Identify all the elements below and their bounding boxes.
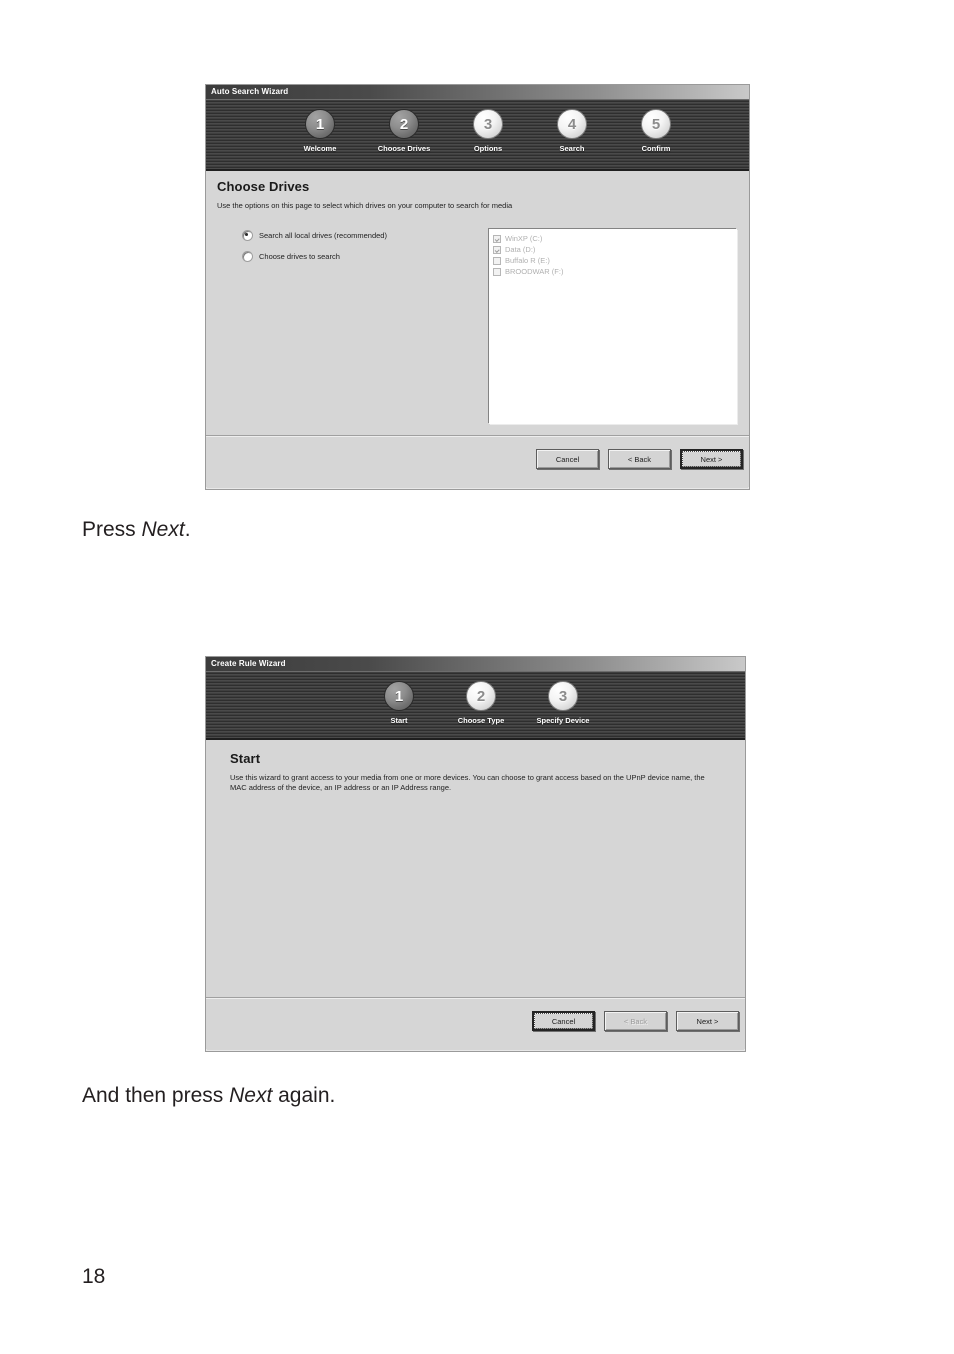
radio-option-2[interactable]: Choose drives to search bbox=[242, 251, 340, 262]
radio-mark-2[interactable] bbox=[242, 251, 253, 262]
wizard2-titlebar: Create Rule Wizard bbox=[206, 657, 745, 671]
caption-1-suffix: . bbox=[184, 518, 191, 541]
wizard2-footer: Cancel < Back Next > bbox=[206, 997, 745, 1049]
step-specify-device: 3 Specify Device bbox=[522, 672, 604, 725]
step-options: 3 Options bbox=[446, 100, 530, 153]
step-confirm: 5 Confirm bbox=[614, 100, 698, 153]
cancel-button-label: Cancel bbox=[555, 454, 580, 464]
caption-2-prefix: And then press bbox=[82, 1084, 230, 1107]
wizard1-page-title: Choose Drives bbox=[217, 179, 310, 194]
caption-press-next-again: And then press Next again. bbox=[82, 1084, 335, 1108]
wizard1-button-row: Cancel < Back Next > bbox=[536, 449, 743, 469]
wizard1-titlebar: Auto Search Wizard bbox=[206, 85, 749, 99]
wizard2-steps: 1 Start 2 Choose Type 3 Specify Device bbox=[206, 672, 745, 738]
step-circle-3: 3 bbox=[548, 681, 578, 711]
step-circle-4: 4 bbox=[557, 109, 587, 139]
wizard2-title: Create Rule Wizard bbox=[211, 659, 286, 668]
drive-list-item[interactable]: Data (D:) bbox=[493, 244, 736, 255]
create-rule-wizard-dialog: Create Rule Wizard 1 Start 2 Choose Type 3 Sp… bbox=[205, 656, 746, 1052]
step-label-3: Options bbox=[473, 144, 503, 153]
wizard1-page-description: Use the options on this page to select w… bbox=[217, 201, 513, 210]
step-circle-5: 5 bbox=[641, 109, 671, 139]
step-choose-type: 2 Choose Type bbox=[440, 672, 522, 725]
step-circle-3: 3 bbox=[473, 109, 503, 139]
wizard1-body: Choose Drives Use the options on this pa… bbox=[206, 171, 749, 487]
cancel-button-label: Cancel bbox=[534, 1013, 593, 1029]
wizard2-body: Start Use this wizard to grant access to… bbox=[206, 740, 745, 1049]
step-start: 1 Start bbox=[358, 672, 440, 725]
caption-press-next: Press Next. bbox=[82, 518, 191, 542]
caption-1-emphasis: Next bbox=[141, 518, 185, 541]
drive-label-1: WinXP (C:) bbox=[505, 234, 543, 243]
drive-list-item[interactable]: WinXP (C:) bbox=[493, 233, 736, 244]
step-label-5: Confirm bbox=[641, 144, 671, 153]
radio-label-2: Choose drives to search bbox=[259, 252, 340, 261]
cancel-button[interactable]: Cancel bbox=[536, 449, 599, 469]
drive-label-2: Data (D:) bbox=[505, 245, 536, 254]
next-button[interactable]: Next > bbox=[676, 1011, 739, 1031]
wizard1-steps: 1 Welcome 2 Choose Drives 3 Options 4 Search 5 Co… bbox=[206, 100, 749, 169]
drive-label-4: BROODWAR (F:) bbox=[505, 267, 564, 276]
drive-list-item[interactable]: BROODWAR (F:) bbox=[493, 266, 736, 277]
step-label-2: Choose Type bbox=[457, 716, 505, 725]
drive-checkbox-2[interactable] bbox=[493, 245, 501, 254]
back-button[interactable]: < Back bbox=[608, 449, 671, 469]
step-circle-1: 1 bbox=[305, 109, 335, 139]
caption-2-emphasis: Next bbox=[229, 1084, 273, 1107]
step-label-4: Search bbox=[559, 144, 585, 153]
caption-2-suffix: again. bbox=[272, 1084, 336, 1107]
page-number: 18 bbox=[82, 1265, 106, 1288]
wizard2-page-description: Use this wizard to grant access to your … bbox=[230, 773, 705, 793]
step-circle-2: 2 bbox=[466, 681, 496, 711]
wizard2-page-title: Start bbox=[230, 751, 261, 766]
wizard1-title: Auto Search Wizard bbox=[211, 87, 289, 96]
step-circle-2: 2 bbox=[389, 109, 419, 139]
drive-checkbox-3[interactable] bbox=[493, 256, 501, 265]
step-welcome: 1 Welcome bbox=[278, 100, 362, 153]
wizard2-step-banner: 1 Start 2 Choose Type 3 Specify Device bbox=[206, 671, 745, 740]
step-label-2: Choose Drives bbox=[377, 144, 431, 153]
radio-label-1: Search all local drives (recommended) bbox=[259, 231, 387, 240]
back-button: < Back bbox=[604, 1011, 667, 1031]
caption-1-prefix: Press bbox=[82, 518, 142, 541]
next-button[interactable]: Next > bbox=[680, 449, 743, 469]
wizard1-step-banner: 1 Welcome 2 Choose Drives 3 Options 4 Search 5 Co… bbox=[206, 99, 749, 171]
radio-option-1[interactable]: Search all local drives (recommended) bbox=[242, 230, 387, 241]
drive-list-item[interactable]: Buffalo R (E:) bbox=[493, 255, 736, 266]
radio-mark-1[interactable] bbox=[242, 230, 253, 241]
next-button-label: Next > bbox=[696, 1016, 719, 1026]
drive-label-3: Buffalo R (E:) bbox=[505, 256, 550, 265]
drives-listbox[interactable]: WinXP (C:) Data (D:) Buffalo R (E:) BROODWA… bbox=[489, 229, 737, 424]
step-search: 4 Search bbox=[530, 100, 614, 153]
back-button-label: < Back bbox=[623, 1016, 648, 1026]
step-label-3: Specify Device bbox=[536, 716, 590, 725]
wizard2-button-row: Cancel < Back Next > bbox=[532, 1011, 739, 1031]
step-label-1: Start bbox=[390, 716, 408, 725]
auto-search-wizard-dialog: Auto Search Wizard 1 Welcome 2 Choose Drive… bbox=[205, 84, 750, 490]
back-button-label: < Back bbox=[627, 454, 652, 464]
wizard1-footer: Cancel < Back Next > bbox=[206, 435, 749, 487]
drive-checkbox-1[interactable] bbox=[493, 234, 501, 243]
drive-checkbox-4[interactable] bbox=[493, 267, 501, 276]
next-button-label: Next > bbox=[682, 451, 741, 467]
step-circle-1: 1 bbox=[384, 681, 414, 711]
step-choose-drives: 2 Choose Drives bbox=[362, 100, 446, 153]
step-label-1: Welcome bbox=[303, 144, 337, 153]
cancel-button[interactable]: Cancel bbox=[532, 1011, 595, 1031]
